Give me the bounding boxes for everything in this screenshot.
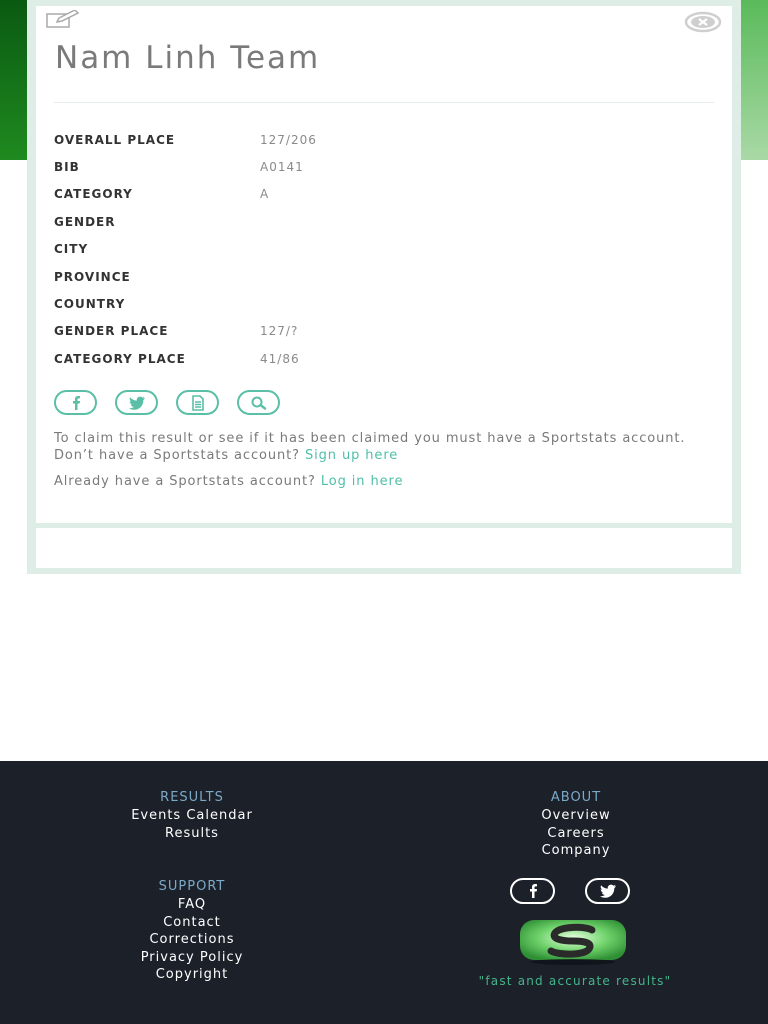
footer-link-corrections[interactable]: Corrections [92, 931, 292, 949]
twitter-share-button[interactable] [115, 390, 158, 415]
tagline: "fast and accurate results" [478, 974, 672, 988]
footer-link-overview[interactable]: Overview [476, 807, 676, 825]
footer-twitter-button[interactable] [585, 878, 630, 904]
detail-label: GENDER PLACE [54, 324, 169, 339]
footer-heading-support: SUPPORT [158, 879, 226, 894]
signup-line: Don’t have a Sportstats account? Sign up… [54, 447, 694, 464]
edit-icon[interactable] [46, 9, 80, 28]
detail-label: COUNTRY [54, 297, 126, 312]
search-share-button[interactable] [237, 390, 280, 415]
sportstats-logo[interactable] [518, 918, 628, 966]
detail-row-province: PROVINCE [54, 263, 714, 290]
footer-link-events-calendar[interactable]: Events Calendar [92, 807, 292, 825]
footer-results: RESULTS Events Calendar Results [92, 790, 292, 842]
twitter-icon [599, 884, 616, 898]
detail-row-country: COUNTRY [54, 290, 714, 317]
detail-row-bib: BIB A0141 [54, 153, 714, 180]
result-modal: Nam Linh Team OVERALL PLACE 127/206 BIB … [36, 6, 732, 523]
detail-label: BIB [54, 160, 80, 175]
detail-value: 41/86 [260, 351, 300, 366]
footer-link-company[interactable]: Company [476, 842, 676, 860]
detail-value: A0141 [260, 160, 304, 175]
signup-link[interactable]: Sign up here [305, 448, 398, 463]
detail-label: CITY [54, 242, 89, 257]
footer-heading-about: ABOUT [550, 790, 602, 805]
facebook-share-button[interactable] [54, 390, 97, 415]
facebook-icon [72, 395, 80, 410]
footer-about: ABOUT Overview Careers Company [476, 790, 676, 860]
result-details: OVERALL PLACE 127/206 BIB A0141 CATEGORY… [54, 126, 714, 373]
facebook-icon [529, 884, 537, 898]
footer-link-contact[interactable]: Contact [92, 914, 292, 932]
login-link[interactable]: Log in here [321, 474, 404, 489]
detail-row-city: CITY [54, 236, 714, 263]
footer-link-careers[interactable]: Careers [476, 825, 676, 843]
footer-heading-results: RESULTS [160, 790, 224, 805]
divider [54, 102, 714, 103]
claim-section: To claim this result or see if it has be… [54, 430, 694, 490]
detail-value: 127/206 [260, 132, 317, 147]
login-line: Already have a Sportstats account? Log i… [54, 473, 694, 490]
claim-text: To claim this result or see if it has be… [54, 431, 686, 446]
detail-row-gender: GENDER [54, 208, 714, 235]
share-buttons [54, 390, 280, 415]
detail-value: 127/? [260, 324, 299, 339]
document-share-button[interactable] [176, 390, 219, 415]
detail-label: PROVINCE [54, 269, 131, 284]
footer-support: SUPPORT FAQ Contact Corrections Privacy … [92, 879, 292, 984]
search-icon [251, 396, 266, 410]
twitter-icon [128, 396, 145, 410]
footer-link-copyright[interactable]: Copyright [92, 966, 292, 984]
login-prompt: Already have a Sportstats account? [54, 474, 316, 489]
detail-row-category-place: CATEGORY PLACE 41/86 [54, 345, 714, 372]
modal-lower-panel [36, 528, 732, 568]
detail-row-overall-place: OVERALL PLACE 127/206 [54, 126, 714, 153]
detail-row-gender-place: GENDER PLACE 127/? [54, 318, 714, 345]
close-icon[interactable] [684, 11, 722, 33]
signup-prompt: Don’t have a Sportstats account? [54, 448, 300, 463]
detail-label: CATEGORY [54, 187, 133, 202]
footer-link-results[interactable]: Results [92, 825, 292, 843]
footer-facebook-button[interactable] [510, 878, 555, 904]
detail-label: GENDER [54, 214, 116, 229]
detail-label: CATEGORY PLACE [54, 351, 186, 366]
footer-link-faq[interactable]: FAQ [92, 896, 292, 914]
footer-social [510, 878, 630, 904]
footer: RESULTS Events Calendar Results SUPPORT … [0, 761, 768, 1024]
detail-value: A [260, 187, 270, 202]
detail-row-category: CATEGORY A [54, 181, 714, 208]
page-title: Nam Linh Team [55, 40, 321, 76]
detail-label: OVERALL PLACE [54, 132, 176, 147]
footer-link-privacy-policy[interactable]: Privacy Policy [92, 949, 292, 967]
document-icon [191, 394, 204, 411]
